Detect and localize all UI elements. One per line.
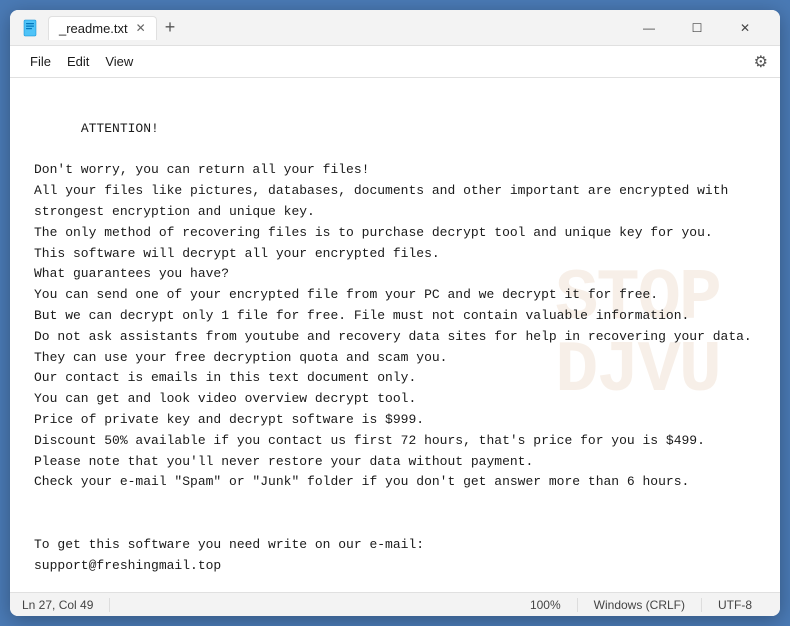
encoding: UTF-8 [702,598,768,612]
window-controls: — ☐ ✕ [626,12,768,44]
menu-edit[interactable]: Edit [59,50,97,73]
notepad-window: _readme.txt ✕ + — ☐ ✕ File Edit View ⚙ S… [10,10,780,616]
active-tab[interactable]: _readme.txt ✕ [48,16,157,40]
tab-label: _readme.txt [59,21,128,36]
zoom-level: 100% [514,598,578,612]
title-bar: _readme.txt ✕ + — ☐ ✕ [10,10,780,46]
text-editor-area[interactable]: STOPDJVU ATTENTION! Don't worry, you can… [10,78,780,592]
status-bar: Ln 27, Col 49 100% Windows (CRLF) UTF-8 [10,592,780,616]
maximize-button[interactable]: ☐ [674,12,720,44]
menu-bar: File Edit View ⚙ [10,46,780,78]
cursor-position: Ln 27, Col 49 [22,598,110,612]
app-icon [22,19,40,37]
menu-file[interactable]: File [22,50,59,73]
document-content: ATTENTION! Don't worry, you can return a… [34,98,756,592]
new-tab-button[interactable]: + [165,17,176,38]
main-text: ATTENTION! Don't worry, you can return a… [34,121,752,592]
close-button[interactable]: ✕ [722,12,768,44]
tab-close-button[interactable]: ✕ [136,22,146,34]
settings-icon[interactable]: ⚙ [754,52,768,72]
menu-view[interactable]: View [97,50,141,73]
line-ending: Windows (CRLF) [578,598,702,612]
minimize-button[interactable]: — [626,12,672,44]
